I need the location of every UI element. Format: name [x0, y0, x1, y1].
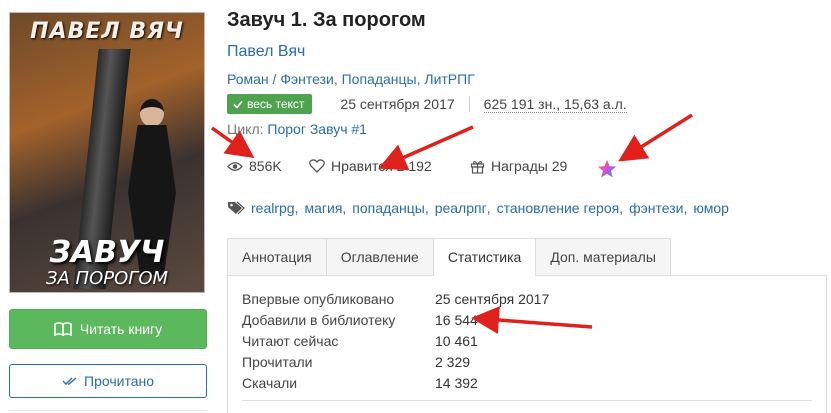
stat-label: Скачали: [242, 374, 298, 391]
stat-label: Впервые опубликовано: [242, 290, 395, 307]
tab-contents[interactable]: Оглавление: [325, 238, 433, 276]
mark-read-button[interactable]: Прочитано: [9, 364, 207, 398]
likes-count: Нравится 2 192: [331, 158, 432, 174]
table-row: Добавили в библиотеку 16 544: [242, 309, 549, 330]
genre-link[interactable]: Попаданцы: [342, 71, 417, 87]
genre-link[interactable]: Фэнтези: [280, 71, 334, 87]
cover-author-text: ПАВЕЛ ВЯЧ: [30, 19, 184, 44]
cycle-label: Цикл:: [227, 121, 268, 137]
genre-list: Роман / Фэнтези, Попаданцы, ЛитРПГ: [227, 71, 475, 87]
tag-link[interactable]: становление героя: [497, 200, 620, 216]
tab-bar: Аннотация Оглавление Статистика Доп. мат…: [227, 238, 671, 276]
double-check-icon: [62, 377, 77, 385]
tab-annotation[interactable]: Аннотация: [227, 238, 326, 276]
divider: [242, 400, 812, 401]
heart-icon: [309, 159, 325, 173]
stat-value: 16 544: [435, 311, 478, 328]
views-count: 856K: [249, 158, 282, 174]
tab-statistics[interactable]: Статистика: [432, 238, 536, 276]
tab-extra-materials[interactable]: Доп. материалы: [535, 238, 671, 276]
read-book-button[interactable]: Читать книгу: [9, 309, 207, 349]
book-author-link[interactable]: Павел Вяч: [227, 43, 305, 61]
tag-link[interactable]: realrpg: [251, 200, 295, 216]
book-title: Завуч 1. За порогом: [227, 9, 426, 31]
stat-label: Читают сейчас: [242, 332, 339, 349]
tag-icon: [228, 201, 245, 215]
tag-link[interactable]: реалрпг: [435, 200, 487, 216]
status-badge-label: весь текст: [247, 97, 305, 111]
views-stat: 856K: [227, 158, 282, 174]
awards-button[interactable]: Награды 29: [470, 158, 567, 174]
awards-count: Награды 29: [491, 158, 568, 174]
tag-link[interactable]: юмор: [693, 200, 729, 216]
open-book-icon: [54, 322, 72, 336]
divider: [9, 410, 207, 411]
genre-link[interactable]: ЛитРПГ: [424, 71, 474, 87]
cover-subtitle-text: ЗА ПОРОГОМ: [45, 268, 169, 289]
table-row: Впервые опубликовано 25 сентября 2017: [242, 288, 549, 309]
book-cover[interactable]: ПАВЕЛ ВЯЧ ЗАВУЧ ЗА ПОРОГОМ: [9, 12, 205, 293]
divider: [468, 96, 470, 112]
statistics-table: Впервые опубликовано 25 сентября 2017 До…: [242, 288, 549, 393]
gift-icon: [470, 160, 485, 174]
stat-value: 2 329: [435, 353, 471, 370]
tag-list: realrpg, магия, попаданцы, реалрпг, стан…: [227, 200, 729, 216]
publish-date: 25 сентября 2017: [340, 96, 455, 112]
table-row: Прочитали 2 329: [242, 351, 549, 372]
tag-link[interactable]: магия: [304, 200, 342, 216]
mark-read-label: Прочитано: [84, 373, 154, 389]
table-row: Скачали 14 392: [242, 372, 549, 393]
book-size[interactable]: 625 191 зн., 15,63 а.л.: [483, 96, 627, 113]
tag-link[interactable]: фэнтези: [629, 200, 683, 216]
stat-value: 25 сентября 2017: [435, 290, 550, 307]
read-book-label: Читать книгу: [79, 321, 163, 337]
check-icon: [233, 100, 243, 109]
stat-label: Прочитали: [242, 353, 313, 370]
stat-value: 14 392: [435, 374, 478, 391]
cycle-info: Цикл: Порог Завуч #1: [227, 121, 367, 137]
panel-border: [227, 275, 228, 413]
genre-link[interactable]: Роман: [227, 71, 269, 87]
stat-label: Добавили в библиотеку: [242, 311, 396, 328]
likes-button[interactable]: Нравится 2 192: [309, 158, 432, 174]
table-row: Читают сейчас 10 461: [242, 330, 549, 351]
cycle-link[interactable]: Порог Завуч #1: [267, 121, 367, 137]
book-meta: весь текст 25 сентября 2017 625 191 зн.,…: [227, 94, 627, 114]
colorful-star-icon: [596, 158, 618, 179]
annotation-arrow: [618, 113, 693, 162]
cover-title-text: ЗАВУЧ: [49, 235, 165, 270]
status-badge: весь текст: [227, 94, 313, 114]
tag-link[interactable]: попаданцы: [352, 200, 425, 216]
eye-icon: [227, 161, 243, 171]
stat-value: 10 461: [435, 332, 478, 349]
star-reward-button[interactable]: [596, 158, 618, 180]
panel-border: [826, 275, 827, 413]
